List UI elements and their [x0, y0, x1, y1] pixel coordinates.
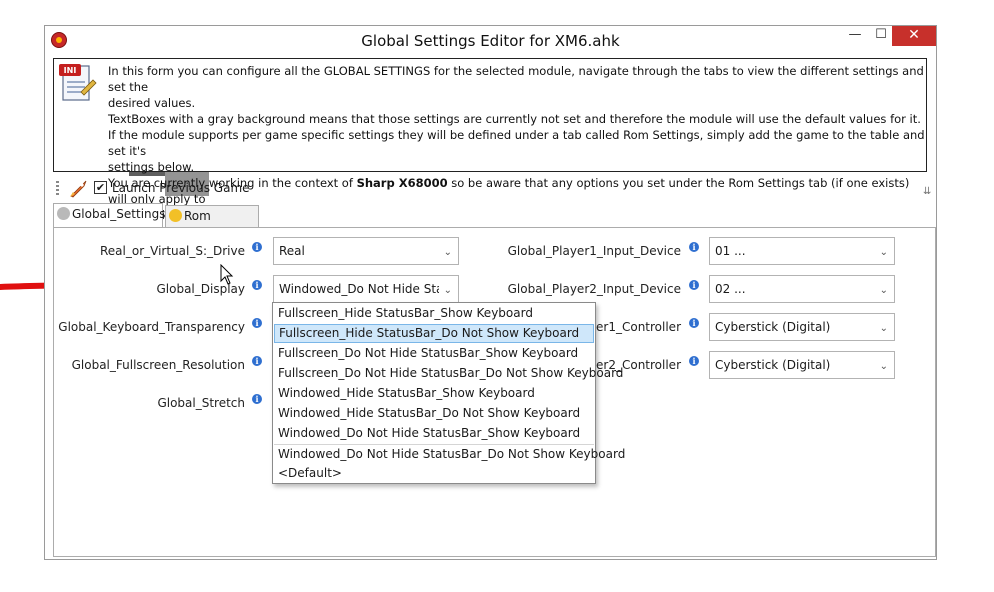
- info-icon[interactable]: i: [252, 356, 262, 366]
- setting-label-player2-input: Global_Player2_Input_Device: [507, 282, 681, 296]
- window-title: Global Settings Editor for XM6.ahk: [361, 32, 620, 50]
- dropdown-option[interactable]: Windowed_Hide StatusBar_Do Not Show Keyb…: [274, 404, 594, 423]
- launch-rocket-icon[interactable]: [67, 178, 89, 200]
- player2-input-combobox[interactable]: 02 ... ⌄: [709, 275, 895, 303]
- close-button[interactable]: ✕: [892, 26, 936, 46]
- setting-label-player1-input: Global_Player1_Input_Device: [507, 244, 681, 258]
- setting-label-stretch: Global_Stretch: [157, 396, 245, 410]
- chevron-down-icon: ⌄: [879, 323, 888, 334]
- info-line: TextBoxes with a gray background means t…: [108, 112, 921, 126]
- launch-previous-label[interactable]: Launch Previous Game: [112, 181, 250, 195]
- svg-text:INI: INI: [64, 66, 77, 75]
- info-icon[interactable]: i: [689, 356, 699, 366]
- tools-icon: [57, 207, 70, 220]
- info-line: If the module supports per game specific…: [108, 128, 925, 158]
- display-combobox[interactable]: Windowed_Do Not Hide Status⌄: [273, 275, 459, 303]
- title-bar: Global Settings Editor for XM6.ahk — ☐ ✕: [45, 26, 936, 55]
- dropdown-option-default[interactable]: <Default>: [274, 464, 594, 483]
- launch-previous-checkbox[interactable]: ✔: [94, 181, 107, 194]
- dropdown-option[interactable]: Fullscreen_Do Not Hide StatusBar_Show Ke…: [274, 344, 594, 363]
- dropdown-option-highlighted[interactable]: Fullscreen_Hide StatusBar_Do Not Show Ke…: [274, 324, 594, 343]
- player1-input-combobox[interactable]: 01 ... ⌄: [709, 237, 895, 265]
- player1-controller-combobox[interactable]: Cyberstick (Digital) ⌄: [709, 313, 895, 341]
- chevron-down-icon: ⌄: [443, 285, 452, 296]
- player2-controller-combobox[interactable]: Cyberstick (Digital) ⌄: [709, 351, 895, 379]
- info-icon[interactable]: i: [689, 318, 699, 328]
- dropdown-option[interactable]: Fullscreen_Do Not Hide StatusBar_Do Not …: [274, 364, 623, 383]
- rom-icon: [169, 209, 182, 222]
- ini-file-icon: INI: [59, 64, 97, 101]
- toolbar-grip[interactable]: [56, 181, 59, 197]
- setting-label-display: Global_Display: [156, 282, 245, 296]
- dropdown-option-selected[interactable]: Windowed_Do Not Hide StatusBar_Do Not Sh…: [274, 444, 625, 463]
- tab-global-settings[interactable]: Global_Settings: [53, 203, 166, 227]
- setting-label-keyboard-transparency: Global_Keyboard_Transparency: [58, 320, 245, 334]
- dropdown-option[interactable]: Windowed_Hide StatusBar_Show Keyboard: [274, 384, 594, 403]
- mouse-cursor-icon: [220, 264, 234, 285]
- display-dropdown-list: Fullscreen_Hide StatusBar_Show Keyboard …: [272, 302, 625, 484]
- tab-rom-settings[interactable]: Rom Settings: [165, 205, 259, 243]
- info-icon[interactable]: i: [252, 242, 262, 252]
- chevron-down-icon: ⌄: [879, 247, 888, 258]
- toolbar-overflow-icon[interactable]: ⇊: [923, 186, 931, 197]
- drive-combobox[interactable]: Real ⌄: [273, 237, 459, 265]
- info-line: settings below.: [108, 160, 195, 174]
- maximize-button[interactable]: ☐: [867, 26, 895, 46]
- info-line: In this form you can configure all the G…: [108, 64, 924, 94]
- info-icon[interactable]: i: [689, 280, 699, 290]
- chevron-down-icon: ⌄: [879, 361, 888, 372]
- info-panel: INI In this form you can configure all t…: [53, 58, 927, 222]
- dropdown-option[interactable]: Fullscreen_Hide StatusBar_Show Keyboard: [274, 304, 594, 323]
- dropdown-option[interactable]: Windowed_Do Not Hide StatusBar_Show Keyb…: [274, 424, 594, 443]
- info-icon[interactable]: i: [252, 318, 262, 328]
- setting-label-fullscreen-resolution: Global_Fullscreen_Resolution: [71, 358, 245, 372]
- info-icon[interactable]: i: [252, 394, 262, 404]
- minimize-button[interactable]: —: [841, 26, 869, 46]
- info-icon[interactable]: i: [689, 242, 699, 252]
- info-line: desired values.: [108, 96, 196, 110]
- chevron-down-icon: ⌄: [443, 247, 452, 258]
- info-icon[interactable]: i: [252, 280, 262, 290]
- chevron-down-icon: ⌄: [879, 285, 888, 296]
- toolbar: ✔ Launch Previous Game: [53, 178, 933, 200]
- setting-label-drive: Real_or_Virtual_S:_Drive: [99, 244, 245, 258]
